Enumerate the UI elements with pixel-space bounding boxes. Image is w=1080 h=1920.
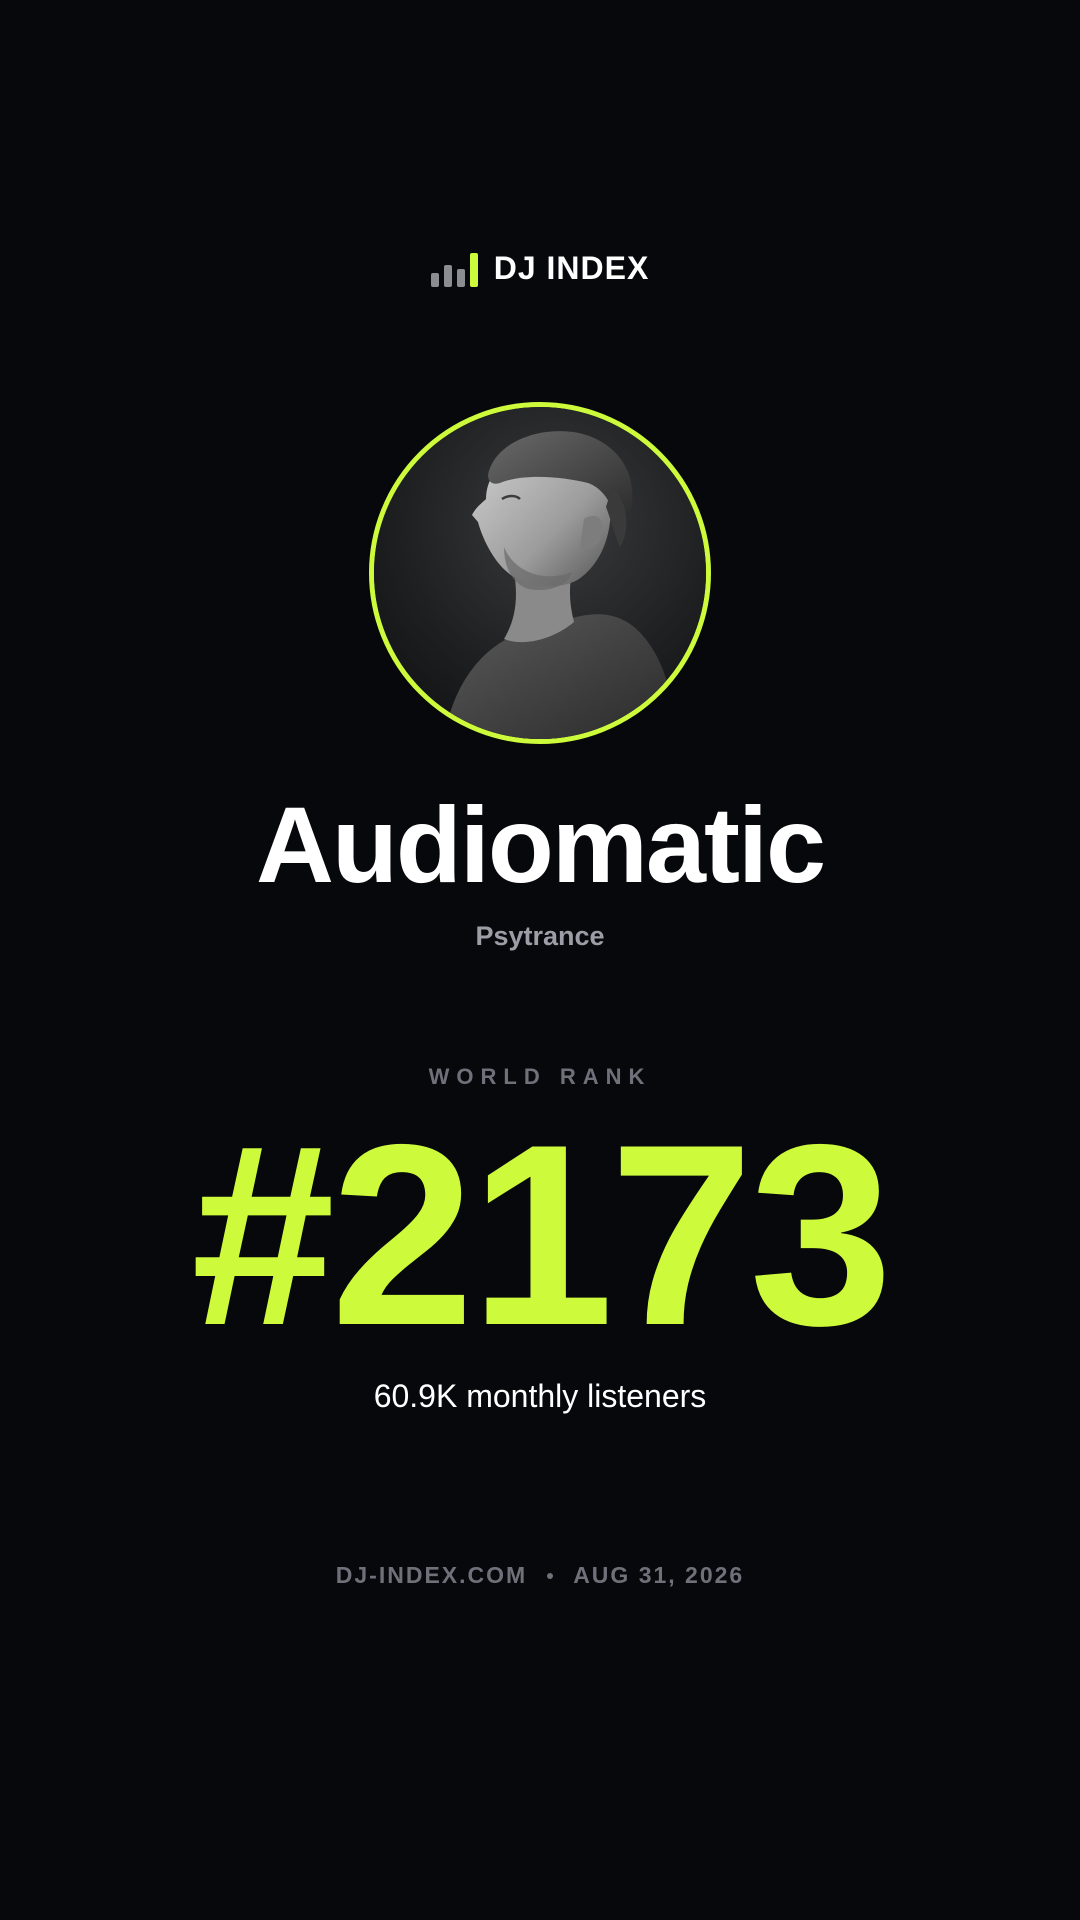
dot-icon [547,1572,554,1579]
footer-date: AUG 31, 2026 [573,1562,745,1588]
bar-chart-bar [443,264,452,287]
brand-title: DJ INDEX [493,250,650,286]
bar-chart-icon [430,251,478,287]
artist-name: Audiomatic [255,784,826,905]
brand-header: DJ INDEX [0,250,1080,287]
footer: DJ-INDEX.COM AUG 31, 2026 [0,1562,1080,1589]
rank-value: #2173 [191,1090,892,1379]
footer-site: DJ-INDEX.COM [335,1562,528,1588]
monthly-listeners: 60.9K monthly listeners [373,1378,707,1414]
share-card: DJ INDEX Audiomatic Psytrance WORLD RANK… [0,0,1080,1920]
bar-chart-bar [469,252,478,287]
bar-chart-bar [430,272,439,287]
artist-genre: Psytrance [475,921,605,951]
bar-chart-bar [456,268,465,287]
rank-label: WORLD RANK [428,1064,652,1089]
artist-portrait [374,407,706,739]
avatar [369,402,711,744]
